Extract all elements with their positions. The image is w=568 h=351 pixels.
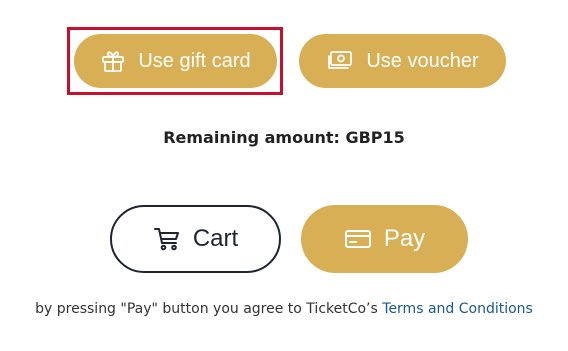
use-gift-card-label: Use gift card: [138, 49, 251, 72]
pay-button[interactable]: Pay: [301, 205, 468, 273]
credit-card-icon: [344, 228, 372, 250]
cart-label: Cart: [192, 225, 239, 252]
pay-label: Pay: [383, 225, 426, 252]
terms-and-conditions-link[interactable]: Terms and Conditions: [382, 301, 533, 317]
gift-icon: [100, 48, 126, 74]
use-voucher-button[interactable]: Use voucher: [299, 34, 506, 88]
use-voucher-label: Use voucher: [366, 49, 479, 72]
terms-prefix: by pressing "Pay" button you agree to Ti…: [35, 301, 378, 317]
use-gift-card-button[interactable]: Use gift card: [74, 34, 277, 88]
terms-notice: by pressing "Pay" button you agree to Ti…: [0, 301, 568, 317]
cart-icon: [153, 226, 181, 252]
voucher-icon: [326, 49, 354, 73]
cart-button[interactable]: Cart: [110, 205, 281, 273]
remaining-amount: Remaining amount: GBP15: [163, 128, 405, 147]
